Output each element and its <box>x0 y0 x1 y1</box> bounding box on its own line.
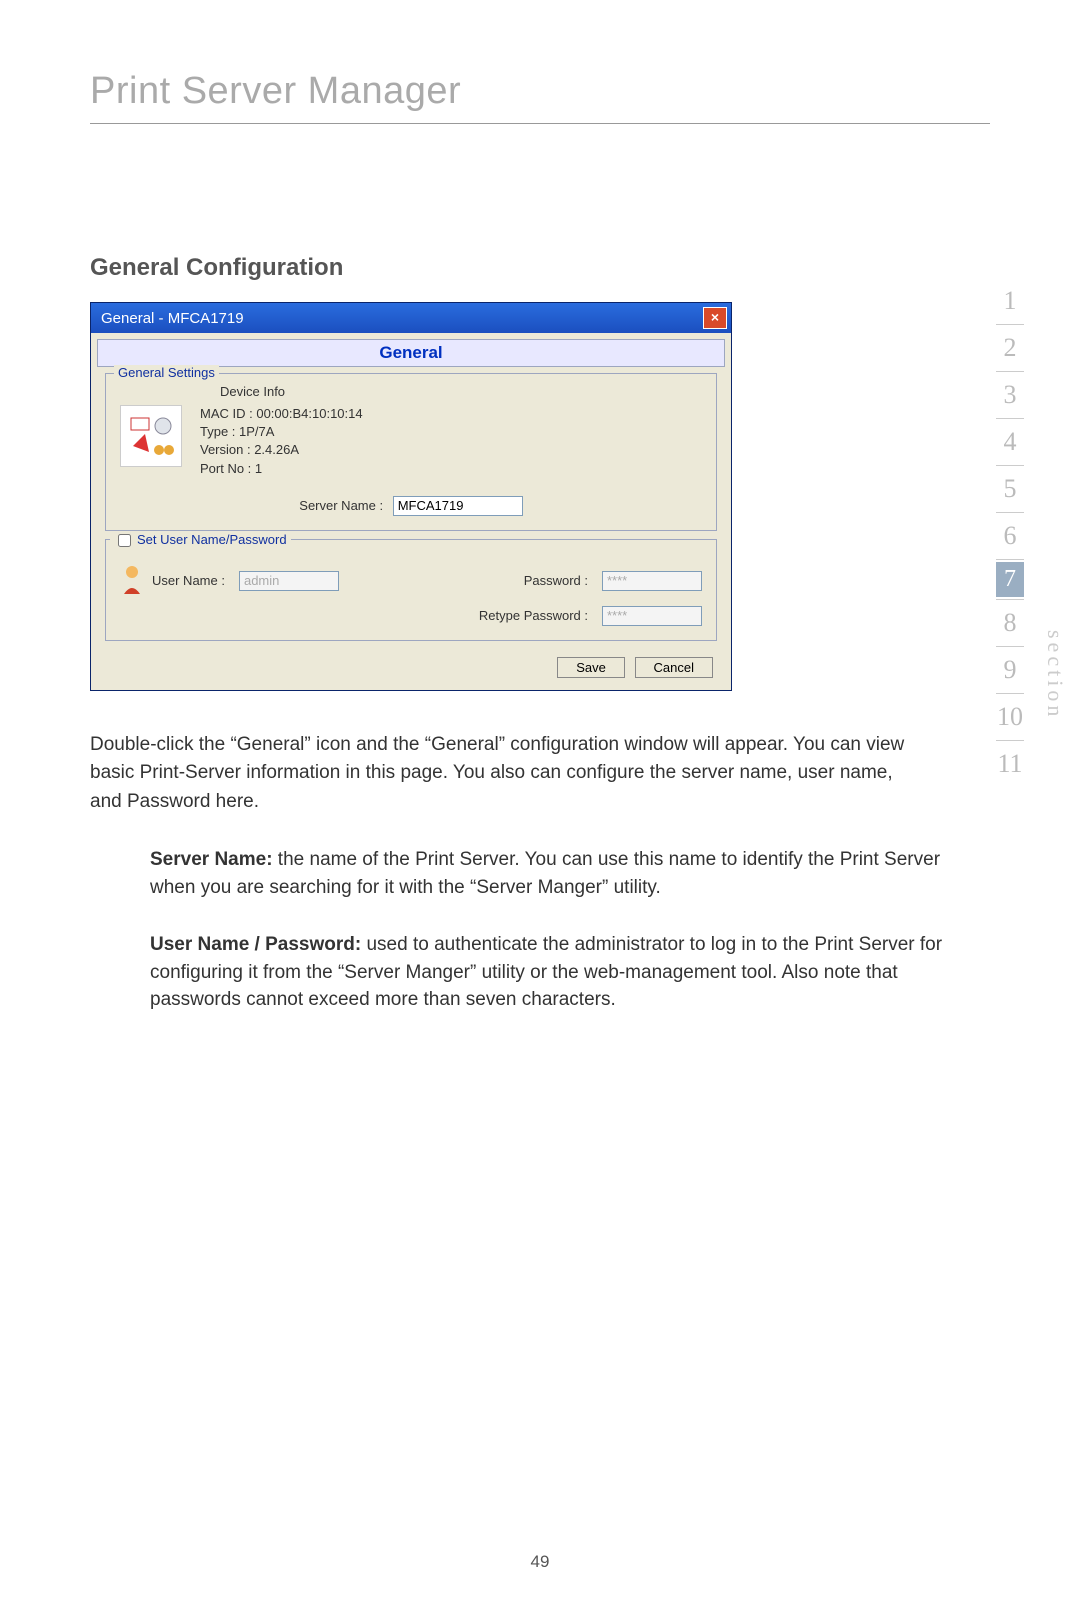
user-password-description: User Name / Password: used to authentica… <box>150 931 960 1014</box>
nav-separator <box>996 740 1024 741</box>
set-user-legend: Set User Name/Password <box>110 531 291 550</box>
tab-general[interactable]: General <box>97 339 725 367</box>
device-info-label: Device Info <box>220 384 702 399</box>
section-nav-item[interactable]: 2 <box>980 327 1040 369</box>
section-nav-item[interactable]: 10 <box>980 696 1040 738</box>
section-nav-item[interactable]: 6 <box>980 515 1040 557</box>
body-paragraph-1: Double-click the “General” icon and the … <box>90 731 920 817</box>
title-rule <box>90 123 990 124</box>
dialog-title: General - MFCA1719 <box>101 310 244 327</box>
section-nav-item[interactable]: 4 <box>980 421 1040 463</box>
nav-separator <box>996 512 1024 513</box>
page-title: Print Server Manager <box>90 70 1080 113</box>
nav-separator <box>996 418 1024 419</box>
nav-separator <box>996 465 1024 466</box>
section-nav-item[interactable]: 1 <box>980 280 1040 322</box>
general-settings-fieldset: General Settings Device Info MAC ID : 00… <box>105 373 717 531</box>
section-nav: 1 2 3 4 5 6 7 8 9 10 11 <box>980 280 1040 785</box>
set-user-checkbox[interactable] <box>118 534 131 547</box>
mac-id: MAC ID : 00:00:B4:10:10:14 <box>200 405 363 423</box>
section-nav-item[interactable]: 9 <box>980 649 1040 691</box>
nav-separator <box>996 324 1024 325</box>
general-config-dialog: General - MFCA1719 × General General Set… <box>90 302 732 691</box>
retype-password-input[interactable] <box>602 606 702 626</box>
device-info-text: MAC ID : 00:00:B4:10:10:14 Type : 1P/7A … <box>200 405 363 478</box>
nav-separator <box>996 371 1024 372</box>
section-nav-item[interactable]: 8 <box>980 602 1040 644</box>
nav-separator <box>996 599 1024 600</box>
userpass-bold: User Name / Password: <box>150 934 361 955</box>
user-name-label: User Name : <box>152 573 225 588</box>
dialog-buttons: Save Cancel <box>91 649 731 690</box>
set-user-label: Set User Name/Password <box>137 532 287 547</box>
cancel-button[interactable]: Cancel <box>635 657 713 678</box>
dialog-titlebar: General - MFCA1719 × <box>91 303 731 333</box>
device-port: Port No : 1 <box>200 460 363 478</box>
nav-separator <box>996 646 1024 647</box>
server-name-description: Server Name: the name of the Print Serve… <box>150 846 960 901</box>
user-icon <box>120 564 144 598</box>
server-name-label: Server Name : <box>299 498 383 513</box>
page-number: 49 <box>0 1552 1080 1572</box>
device-version: Version : 2.4.26A <box>200 441 363 459</box>
section-nav-item[interactable]: 3 <box>980 374 1040 416</box>
password-input[interactable] <box>602 571 702 591</box>
retype-password-label: Retype Password : <box>479 608 588 623</box>
save-button[interactable]: Save <box>557 657 625 678</box>
close-icon[interactable]: × <box>703 307 727 329</box>
section-nav-item[interactable]: 5 <box>980 468 1040 510</box>
section-subtitle: General Configuration <box>90 254 1080 282</box>
user-name-input[interactable] <box>239 571 339 591</box>
general-settings-legend: General Settings <box>114 365 219 380</box>
server-name-input[interactable] <box>393 496 523 516</box>
credentials-fieldset: Set User Name/Password User Name : Passw… <box>105 539 717 641</box>
server-name-bold: Server Name: <box>150 849 273 870</box>
password-label: Password : <box>524 573 588 588</box>
nav-separator <box>996 693 1024 694</box>
nav-separator <box>996 559 1024 560</box>
device-type: Type : 1P/7A <box>200 423 363 441</box>
section-nav-item-active[interactable]: 7 <box>996 562 1024 597</box>
section-side-label: section <box>1042 630 1068 720</box>
section-nav-item[interactable]: 11 <box>980 743 1040 785</box>
device-icon <box>120 405 182 467</box>
